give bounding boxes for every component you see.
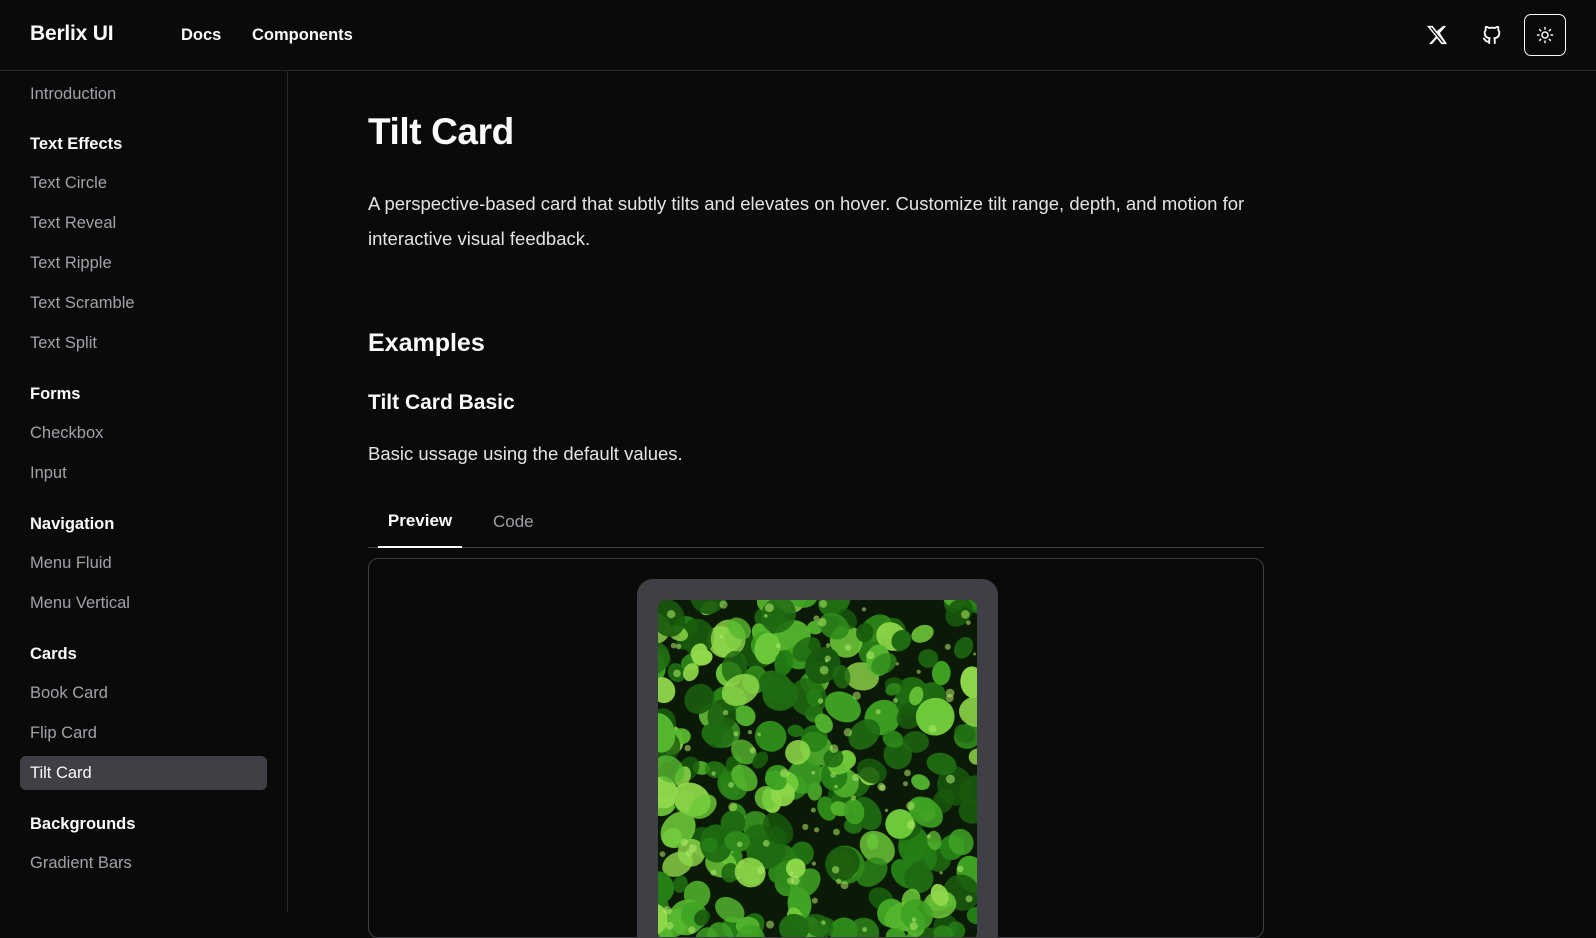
sidebar-item-checkbox[interactable]: Checkbox xyxy=(20,416,267,450)
sidebar-group-backgrounds: Backgrounds xyxy=(30,815,135,834)
sidebar-item-text-circle[interactable]: Text Circle xyxy=(20,166,267,200)
sidebar-item-menu-fluid[interactable]: Menu Fluid xyxy=(20,546,267,580)
nav-components[interactable]: Components xyxy=(252,26,353,45)
top-header: Berlix UI Docs Components xyxy=(0,0,1596,71)
tab-code[interactable]: Code xyxy=(493,495,534,548)
preview-panel xyxy=(368,558,1264,938)
page-description: A perspective-based card that subtly til… xyxy=(368,186,1264,256)
examples-heading: Examples xyxy=(368,329,485,358)
sidebar-group-navigation: Navigation xyxy=(30,515,114,534)
sidebar-item-text-split[interactable]: Text Split xyxy=(20,326,267,360)
page-title: Tilt Card xyxy=(368,111,514,153)
sidebar-item-flip-card[interactable]: Flip Card xyxy=(20,716,267,750)
x-logo-icon[interactable] xyxy=(1417,15,1457,55)
example-title: Tilt Card Basic xyxy=(368,391,515,415)
theme-toggle-button[interactable] xyxy=(1524,14,1566,56)
sidebar-item-text-reveal[interactable]: Text Reveal xyxy=(20,206,267,240)
leaves-image xyxy=(658,600,977,938)
example-tabs: Preview Code xyxy=(368,495,1264,548)
nav-docs[interactable]: Docs xyxy=(181,26,221,45)
example-description: Basic ussage using the default values. xyxy=(368,443,683,465)
tilt-card[interactable] xyxy=(637,579,998,938)
sidebar-item-input[interactable]: Input xyxy=(20,456,267,490)
sidebar-item-text-ripple[interactable]: Text Ripple xyxy=(20,246,267,280)
sidebar-item-tilt-card[interactable]: Tilt Card xyxy=(20,756,267,790)
sidebar-group-forms: Forms xyxy=(30,385,80,404)
sidebar-group-text-effects: Text Effects xyxy=(30,135,122,154)
github-icon[interactable] xyxy=(1472,15,1512,55)
sidebar-group-cards: Cards xyxy=(30,645,77,664)
sidebar-item-gradient-bars[interactable]: Gradient Bars xyxy=(20,846,267,880)
sidebar-item-book-card[interactable]: Book Card xyxy=(20,676,267,710)
sidebar-item-introduction[interactable]: Introduction xyxy=(20,77,267,111)
sidebar-item-menu-vertical[interactable]: Menu Vertical xyxy=(20,586,267,620)
sidebar: Introduction Text Effects Text Circle Te… xyxy=(0,71,288,912)
brand-logo[interactable]: Berlix UI xyxy=(30,22,113,46)
tab-preview[interactable]: Preview xyxy=(378,495,462,548)
sun-icon xyxy=(1536,26,1554,44)
sidebar-item-text-scramble[interactable]: Text Scramble xyxy=(20,286,267,320)
